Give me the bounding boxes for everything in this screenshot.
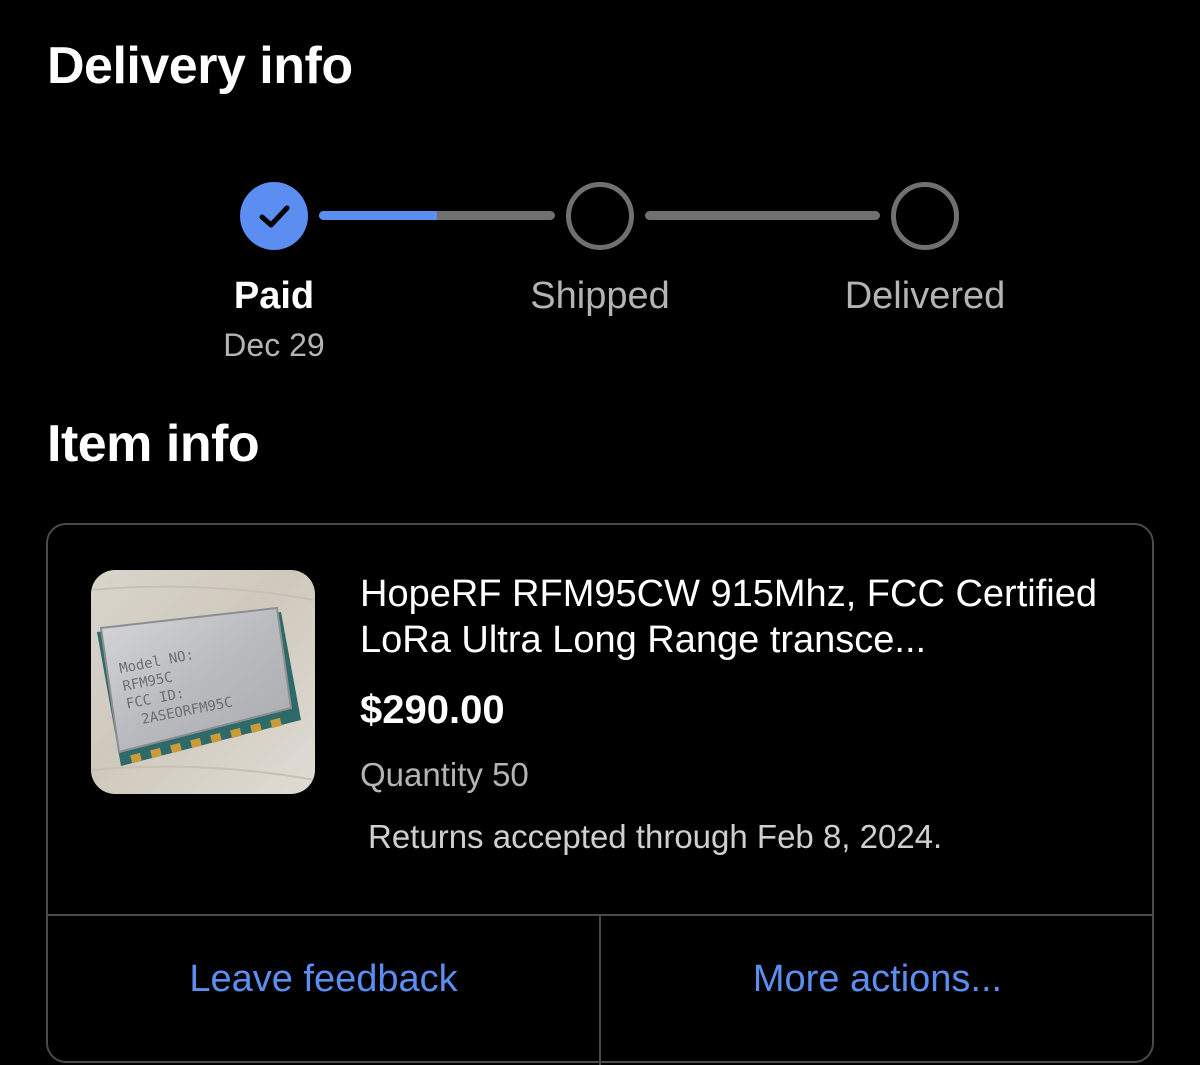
item-info-heading: Item info xyxy=(47,415,260,473)
step-date-paid: Dec 29 xyxy=(223,327,325,363)
progress-track-shipped-to-delivered xyxy=(645,211,880,220)
step-label-delivered: Delivered xyxy=(844,275,1006,317)
progress-track-paid-to-shipped xyxy=(319,211,555,220)
rf-module-image: Model NO: RFM95C FCC ID: 2ASEORFM95C xyxy=(91,585,315,781)
step-delivered-indicator xyxy=(891,182,959,250)
item-title-link[interactable]: HopeRF RFM95CW 915Mhz, FCC Certified LoR… xyxy=(360,571,1150,663)
step-paid-indicator xyxy=(240,182,308,250)
step-label-shipped: Shipped xyxy=(530,275,670,317)
item-card: Model NO: RFM95C FCC ID: 2ASEORFM95C Hop… xyxy=(46,523,1154,1065)
item-thumbnail[interactable]: Model NO: RFM95C FCC ID: 2ASEORFM95C xyxy=(91,570,315,794)
progress-track-fill xyxy=(319,211,437,220)
step-label-paid: Paid xyxy=(233,275,315,317)
item-price: $290.00 xyxy=(360,688,505,732)
returns-policy-text: Returns accepted through Feb 8, 2024. xyxy=(368,818,943,855)
more-actions-button[interactable]: More actions... xyxy=(601,916,1154,1042)
delivery-progress-tracker: Paid Dec 29 Shipped Delivered xyxy=(0,0,1200,380)
step-shipped-indicator xyxy=(566,182,634,250)
checkmark-icon xyxy=(259,205,290,228)
item-quantity: Quantity 50 xyxy=(360,756,529,793)
leave-feedback-button[interactable]: Leave feedback xyxy=(48,916,599,1042)
